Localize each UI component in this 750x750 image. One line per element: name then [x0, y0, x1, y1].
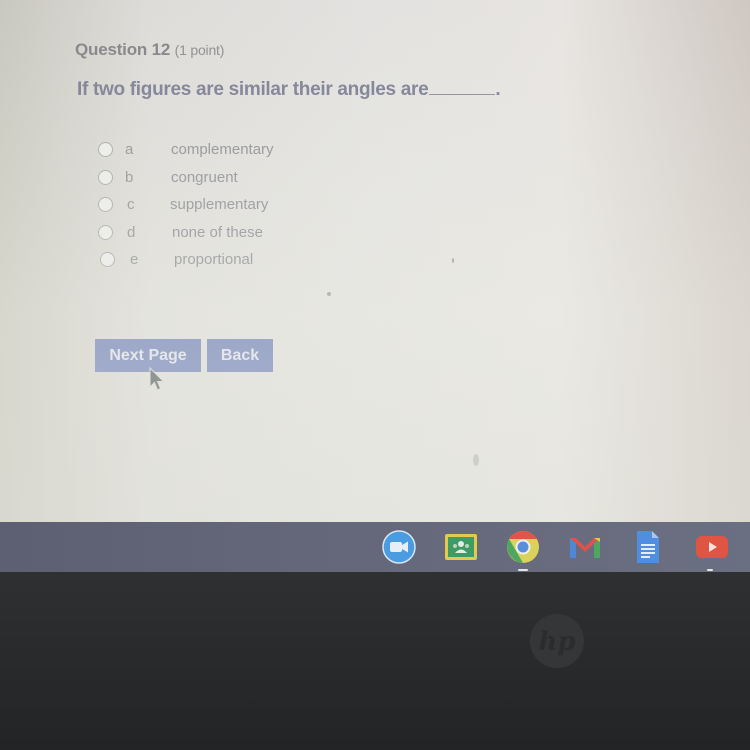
running-indicator — [518, 569, 528, 571]
option-b[interactable]: b congruent — [98, 164, 274, 192]
mouse-pointer-icon — [149, 367, 165, 391]
option-text[interactable]: supplementary — [170, 196, 268, 213]
option-letter: b — [125, 168, 134, 186]
zoom-icon[interactable] — [382, 530, 416, 564]
browser-page: Question 12 (1 point) If two figures are… — [0, 0, 750, 522]
option-text[interactable]: complementary — [171, 141, 274, 158]
question-points: (1 point) — [174, 42, 225, 58]
answer-blank — [429, 94, 496, 95]
option-letter: e — [130, 251, 139, 269]
question-prompt: If two figures are similar their angles … — [77, 79, 501, 101]
youtube-icon[interactable] — [695, 530, 729, 564]
hp-logo-icon: hp — [530, 614, 584, 668]
option-letter: d — [127, 223, 136, 241]
option-text[interactable]: congruent — [171, 169, 238, 186]
radio-button[interactable] — [98, 224, 113, 240]
svg-text:hp: hp — [538, 627, 575, 657]
option-e[interactable]: e proportional — [98, 246, 274, 274]
screen-dust — [473, 454, 479, 466]
question-header: Question 12 (1 point) — [75, 40, 224, 60]
back-button[interactable]: Back — [207, 339, 273, 372]
running-indicator — [707, 569, 713, 571]
option-text[interactable]: none of these — [172, 224, 263, 241]
option-text[interactable]: proportional — [174, 251, 253, 268]
radio-button[interactable] — [98, 169, 113, 185]
question-title: Question 12 — [75, 40, 171, 59]
option-letter: a — [125, 141, 134, 159]
screen-dust — [452, 258, 454, 263]
answer-options: a complementary b congruent c supplement… — [98, 136, 274, 274]
laptop-bezel — [0, 572, 750, 750]
option-letter: c — [127, 196, 135, 214]
option-d[interactable]: d none of these — [98, 219, 274, 247]
option-a[interactable]: a complementary — [98, 136, 274, 164]
chrome-icon[interactable] — [506, 530, 540, 564]
question-prompt-text: If two figures are similar their angles … — [77, 79, 429, 100]
docs-icon[interactable] — [630, 530, 664, 564]
radio-button[interactable] — [98, 197, 113, 213]
radio-button[interactable] — [100, 252, 115, 268]
screen-dust — [327, 292, 331, 296]
classroom-icon[interactable] — [444, 530, 478, 564]
question-prompt-end: . — [495, 79, 501, 100]
option-c[interactable]: c supplementary — [98, 191, 274, 219]
radio-button[interactable] — [98, 142, 113, 158]
gmail-icon[interactable] — [568, 530, 602, 564]
